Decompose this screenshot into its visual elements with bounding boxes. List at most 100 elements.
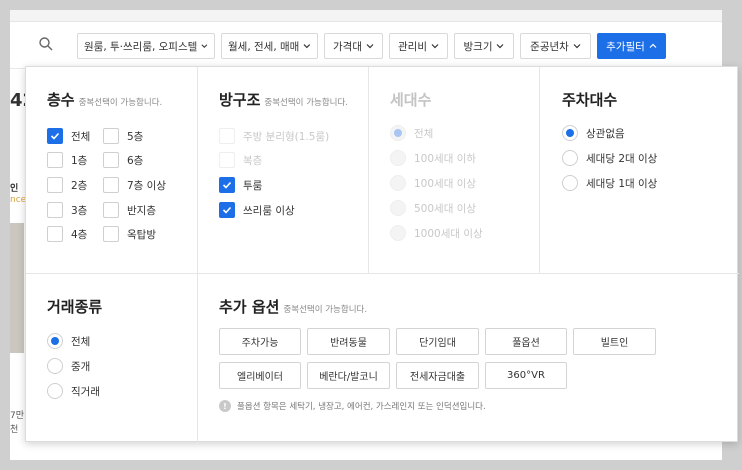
floor-option[interactable]: 전체 bbox=[47, 128, 90, 144]
check-icon bbox=[222, 206, 232, 214]
deal-type-option[interactable]: 전체 bbox=[47, 333, 90, 349]
option-balcony-button[interactable]: 베란다/발코니 bbox=[307, 362, 390, 389]
filter-room-size[interactable]: 방크기 bbox=[454, 33, 514, 59]
floors-note: 중복선택이 가능합니다. bbox=[78, 98, 163, 108]
checkbox[interactable] bbox=[103, 177, 119, 193]
checkbox-checked[interactable] bbox=[47, 128, 63, 144]
option-elevator-button[interactable]: 엘리베이터 bbox=[219, 362, 301, 389]
deal-type-section: 거래종류 bbox=[47, 296, 102, 317]
bg-listing-text: 천 bbox=[10, 425, 19, 435]
room-structure-option[interactable]: 투룸 bbox=[219, 177, 262, 193]
radio-disabled bbox=[390, 200, 406, 216]
option-parking-button[interactable]: 주차가능 bbox=[219, 328, 301, 355]
households-title: 세대수 bbox=[390, 91, 432, 109]
radio-selected-disabled bbox=[390, 125, 406, 141]
radio[interactable] bbox=[562, 175, 578, 191]
floor-option[interactable]: 6층 bbox=[103, 152, 143, 168]
chevron-up-icon bbox=[649, 43, 657, 48]
chevron-down-icon bbox=[201, 44, 208, 48]
parking-option[interactable]: 세대당 1대 이상 bbox=[562, 175, 657, 191]
room-structure-section: 방구조 중복선택이 가능합니다. bbox=[219, 89, 348, 110]
radio[interactable] bbox=[47, 358, 63, 374]
room-structure-title: 방구조 중복선택이 가능합니다. bbox=[219, 91, 349, 109]
checkbox-disabled bbox=[219, 152, 235, 168]
radio-disabled bbox=[390, 150, 406, 166]
search-icon[interactable] bbox=[38, 36, 54, 52]
checkbox[interactable] bbox=[103, 128, 119, 144]
floor-option[interactable]: 5층 bbox=[103, 128, 143, 144]
filter-price[interactable]: 가격대 bbox=[324, 33, 383, 59]
households-option-disabled: 100세대 이하 bbox=[390, 150, 476, 166]
divider bbox=[26, 273, 739, 274]
parking-title: 주차대수 bbox=[562, 91, 618, 109]
checkbox[interactable] bbox=[103, 152, 119, 168]
filter-build-year[interactable]: 준공년차 bbox=[520, 33, 591, 59]
divider bbox=[368, 67, 369, 273]
floor-option[interactable]: 3층 bbox=[47, 202, 87, 218]
floor-option[interactable]: 반지층 bbox=[103, 202, 156, 218]
room-structure-option-disabled: 복층 bbox=[219, 152, 262, 168]
parking-option[interactable]: 세대당 2대 이상 bbox=[562, 150, 657, 166]
checkbox[interactable] bbox=[47, 202, 63, 218]
room-structure-option-disabled: 주방 분리형(1.5룸) bbox=[219, 128, 329, 144]
room-structure-option[interactable]: 쓰리룸 이상 bbox=[219, 202, 295, 218]
listing-photo-partial bbox=[10, 223, 24, 353]
option-jeonse-loan-button[interactable]: 전세자금대출 bbox=[396, 362, 479, 389]
room-structure-note: 중복선택이 가능합니다. bbox=[264, 98, 349, 108]
floor-option[interactable]: 옥탑방 bbox=[103, 226, 156, 242]
checkbox[interactable] bbox=[103, 226, 119, 242]
extra-options-section: 추가 옵션 중복선택이 가능합니다. bbox=[219, 296, 367, 317]
parking-option[interactable]: 상관없음 bbox=[562, 125, 625, 141]
filter-maintenance-fee[interactable]: 관리비 bbox=[389, 33, 448, 59]
checkbox[interactable] bbox=[47, 152, 63, 168]
option-pets-button[interactable]: 반려동물 bbox=[307, 328, 390, 355]
divider bbox=[539, 67, 540, 273]
floor-option[interactable]: 2층 bbox=[47, 177, 87, 193]
option-short-term-button[interactable]: 단기임대 bbox=[396, 328, 479, 355]
floor-option[interactable]: 1층 bbox=[47, 152, 87, 168]
option-full-option-button[interactable]: 풀옵션 bbox=[485, 328, 567, 355]
households-section: 세대수 bbox=[390, 89, 431, 110]
households-option-disabled: 100세대 이상 bbox=[390, 175, 476, 191]
checkbox-disabled bbox=[219, 128, 235, 144]
radio[interactable] bbox=[562, 150, 578, 166]
radio[interactable] bbox=[47, 383, 63, 399]
filter-toolbar: 원룸, 투·쓰리룸, 오피스텔 월세, 전세, 매매 가격대 관리비 방크기 준… bbox=[10, 23, 722, 69]
option-built-in-button[interactable]: 빌트인 bbox=[573, 328, 656, 355]
checkbox[interactable] bbox=[103, 202, 119, 218]
floors-section: 층수 중복선택이 가능합니다. bbox=[47, 89, 162, 110]
parking-section: 주차대수 bbox=[562, 89, 617, 110]
deal-type-option[interactable]: 직거래 bbox=[47, 383, 100, 399]
extra-options-title: 추가 옵션 중복선택이 가능합니다. bbox=[219, 298, 368, 316]
info-icon: ! bbox=[219, 400, 231, 412]
floor-option[interactable]: 7층 이상 bbox=[103, 177, 166, 193]
deal-type-title: 거래종류 bbox=[47, 298, 103, 316]
radio-disabled bbox=[390, 225, 406, 241]
radio-selected[interactable] bbox=[562, 125, 578, 141]
floor-option[interactable]: 4층 bbox=[47, 226, 87, 242]
chevron-down-icon bbox=[573, 44, 581, 49]
chevron-down-icon bbox=[497, 44, 504, 49]
households-option-disabled: 500세대 이상 bbox=[390, 200, 476, 216]
filter-room-type[interactable]: 원룸, 투·쓰리룸, 오피스텔 bbox=[77, 33, 215, 59]
checkbox[interactable] bbox=[47, 226, 63, 242]
filter-more[interactable]: 추가필터 bbox=[597, 33, 666, 59]
chevron-down-icon bbox=[431, 44, 439, 49]
bg-listing-text: nce bbox=[10, 195, 27, 205]
checkbox-checked[interactable] bbox=[219, 202, 235, 218]
option-vr-button[interactable]: 360°VR bbox=[485, 362, 567, 389]
divider bbox=[197, 67, 198, 443]
radio-selected[interactable] bbox=[47, 333, 63, 349]
chevron-down-icon bbox=[303, 44, 311, 49]
chevron-down-icon bbox=[366, 44, 374, 49]
extra-options-note: 중복선택이 가능합니다. bbox=[283, 305, 368, 315]
filter-deal-type[interactable]: 월세, 전세, 매매 bbox=[221, 33, 318, 59]
more-filters-panel: 층수 중복선택이 가능합니다. 전체 5층 1층 6층 2층 7층 이상 3층 반… bbox=[25, 66, 739, 443]
top-strip bbox=[10, 10, 722, 22]
floors-title: 층수 중복선택이 가능합니다. bbox=[47, 91, 163, 109]
households-option-disabled: 전체 bbox=[390, 125, 433, 141]
extra-options-info: ! 풀옵션 항목은 세탁기, 냉장고, 에어컨, 가스레인지 또는 인덕션입니다… bbox=[219, 400, 486, 412]
checkbox[interactable] bbox=[47, 177, 63, 193]
deal-type-option[interactable]: 중개 bbox=[47, 358, 90, 374]
checkbox-checked[interactable] bbox=[219, 177, 235, 193]
